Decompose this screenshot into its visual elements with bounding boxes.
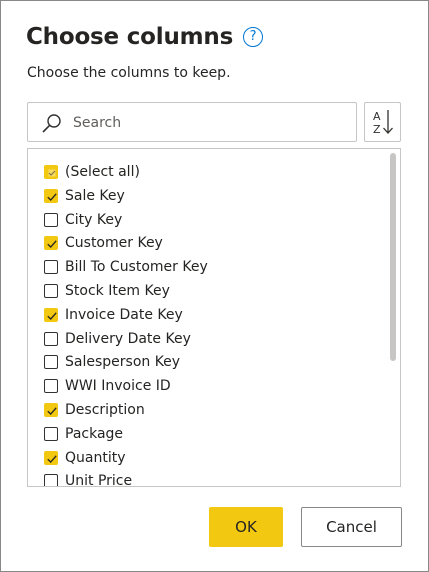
checkbox[interactable] bbox=[44, 331, 58, 346]
dialog-subtitle: Choose the columns to keep. bbox=[27, 65, 231, 81]
checkbox[interactable] bbox=[44, 474, 58, 486]
ok-button[interactable]: OK bbox=[209, 507, 283, 547]
title-row: Choose columns ? bbox=[26, 21, 264, 53]
list-item[interactable]: Description bbox=[28, 399, 383, 423]
dialog-title: Choose columns bbox=[26, 24, 234, 50]
scrollbar-thumb[interactable] bbox=[390, 153, 396, 361]
question-circle-icon[interactable]: ? bbox=[243, 27, 264, 47]
list-item[interactable]: Bill To Customer Key bbox=[28, 256, 383, 280]
list-item-label: Quantity bbox=[65, 449, 126, 466]
choose-columns-dialog: Choose columns ? Choose the columns to k… bbox=[0, 0, 429, 572]
list-item-label: Package bbox=[65, 425, 124, 442]
checkbox[interactable] bbox=[44, 260, 58, 275]
checkbox[interactable] bbox=[44, 402, 58, 417]
checkbox[interactable] bbox=[44, 450, 58, 465]
search-icon bbox=[42, 114, 61, 133]
checkbox[interactable] bbox=[44, 236, 58, 251]
list-item[interactable]: Stock Item Key bbox=[28, 280, 383, 304]
checkbox[interactable] bbox=[44, 165, 58, 179]
checkbox[interactable] bbox=[44, 283, 58, 298]
list-item[interactable]: (Select all) bbox=[28, 161, 383, 185]
list-item[interactable]: Customer Key bbox=[28, 232, 383, 256]
list-item-label: (Select all) bbox=[65, 164, 140, 180]
list-item-label: Customer Key bbox=[65, 235, 163, 252]
list-item[interactable]: Salesperson Key bbox=[28, 351, 383, 375]
list-item-label: Unit Price bbox=[65, 473, 133, 487]
list-item-label: Invoice Date Key bbox=[65, 306, 183, 323]
checkbox[interactable] bbox=[44, 307, 58, 322]
list-item[interactable]: City Key bbox=[28, 209, 383, 233]
columns-list[interactable]: (Select all) Sale Key City Key Customer Key… bbox=[27, 148, 401, 487]
list-item-label: WWI Invoice ID bbox=[65, 378, 171, 395]
list-item[interactable]: Delivery Date Key bbox=[28, 328, 383, 352]
list-item-label: Sale Key bbox=[65, 187, 125, 204]
list-item[interactable]: Unit Price bbox=[28, 470, 383, 487]
list-item[interactable]: Sale Key bbox=[28, 185, 383, 209]
checkbox[interactable] bbox=[44, 379, 58, 394]
search-box[interactable] bbox=[27, 102, 357, 142]
list-item-label: Bill To Customer Key bbox=[65, 259, 208, 276]
list-item-label: Description bbox=[65, 401, 145, 418]
list-item[interactable]: Invoice Date Key bbox=[28, 304, 383, 328]
checkbox[interactable] bbox=[44, 355, 58, 370]
sort-a-z-icon: A Z bbox=[373, 110, 393, 136]
list-item-label: Delivery Date Key bbox=[65, 330, 191, 347]
checkbox[interactable] bbox=[44, 212, 58, 227]
checkbox[interactable] bbox=[44, 426, 58, 441]
list-item-label: Stock Item Key bbox=[65, 282, 170, 299]
list-item[interactable]: Quantity bbox=[28, 447, 383, 471]
list-item-label: Salesperson Key bbox=[65, 354, 181, 371]
list-item[interactable]: Package bbox=[28, 423, 383, 447]
checkbox[interactable] bbox=[44, 188, 58, 203]
svg-text:A: A bbox=[373, 110, 381, 123]
columns-list-items: (Select all) Sale Key City Key Customer Key… bbox=[28, 161, 383, 487]
cancel-button[interactable]: Cancel bbox=[301, 507, 402, 547]
list-item-label: City Key bbox=[65, 211, 123, 228]
list-item[interactable]: WWI Invoice ID bbox=[28, 375, 383, 399]
search-input[interactable] bbox=[73, 112, 343, 134]
svg-text:Z: Z bbox=[373, 123, 381, 136]
sort-button[interactable]: A Z bbox=[364, 102, 401, 142]
